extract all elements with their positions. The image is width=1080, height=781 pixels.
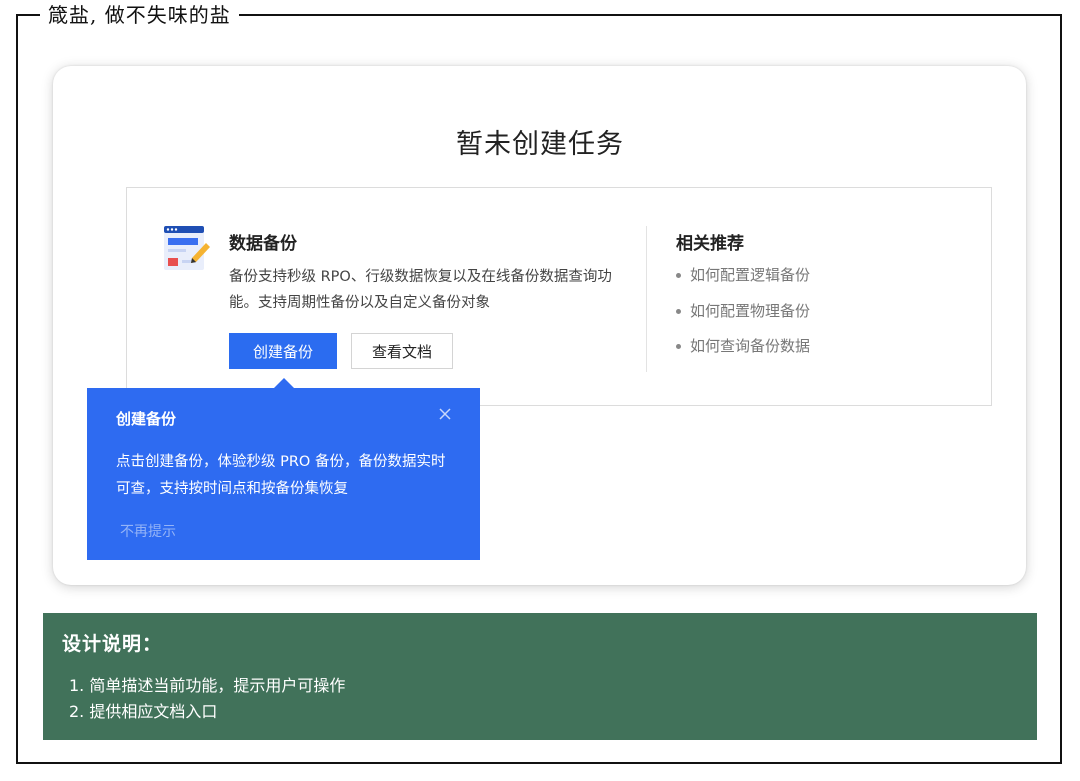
design-note-item: 1. 简单描述当前功能，提示用户可操作 [69,676,346,695]
recommend-title: 相关推荐 [676,234,744,254]
frame-caption: 箴盐, 做不失味的盐 [40,3,239,27]
empty-state-title: 暂未创建任务 [456,129,624,160]
guide-tooltip: 创建备份 点击创建备份，体验秒级 PRO 备份，备份数据实时可查，支持按时间点和… [87,388,480,560]
design-note-item: 2. 提供相应文档入口 [69,702,218,721]
design-notes: 设计说明： 1. 简单描述当前功能，提示用户可操作 2. 提供相应文档入口 [43,613,1037,740]
view-docs-button[interactable]: 查看文档 [351,333,453,369]
recommend-link-query-backup[interactable]: 如何查询备份数据 [676,333,810,369]
create-backup-button[interactable]: 创建备份 [229,333,337,369]
recommend-list: 如何配置逻辑备份 如何配置物理备份 如何查询备份数据 [676,262,810,369]
close-icon[interactable] [435,404,455,424]
vertical-divider [646,226,647,372]
tooltip-title: 创建备份 [116,410,177,428]
feature-description: 备份支持秒级 RPO、行级数据恢复以及在线备份数据查询功能。支持周期性备份以及自… [229,269,612,311]
dont-show-again-link[interactable]: 不再提示 [120,521,176,541]
recommend-link-physical-backup[interactable]: 如何配置物理备份 [676,298,810,334]
feature-title: 数据备份 [229,234,297,254]
tooltip-body: 点击创建备份，体验秒级 PRO 备份，备份数据实时可查，支持按时间点和按备份集恢… [116,454,446,497]
tooltip-arrow [274,378,294,388]
recommend-link-logical-backup[interactable]: 如何配置逻辑备份 [676,262,810,298]
document-edit-icon [164,226,210,270]
design-notes-title: 设计说明： [62,633,163,655]
design-notes-list: 1. 简单描述当前功能，提示用户可操作 2. 提供相应文档入口 [69,673,345,725]
